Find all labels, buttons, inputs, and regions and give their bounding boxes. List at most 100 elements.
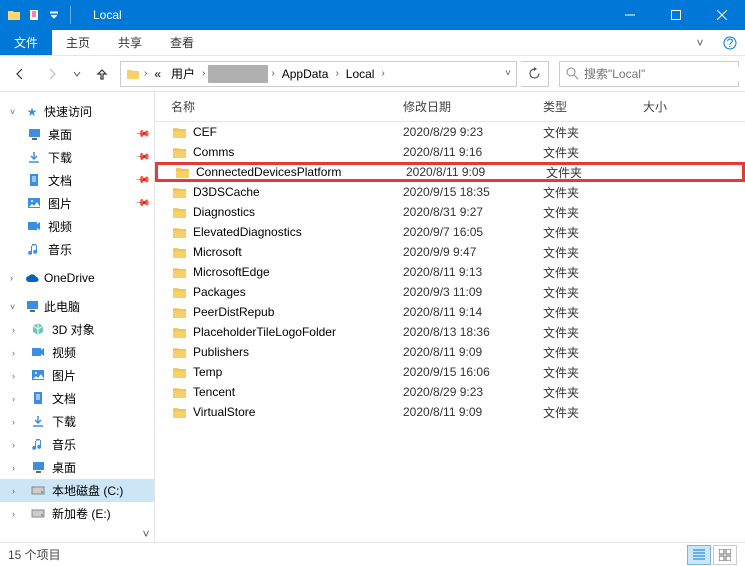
- file-date: 2020/9/15 16:06: [395, 365, 535, 379]
- sidebar-item[interactable]: ›本地磁盘 (C:): [0, 479, 154, 502]
- file-row[interactable]: ConnectedDevicesPlatform2020/8/11 9:09文件…: [155, 162, 745, 182]
- ribbon-expand-button[interactable]: ˅: [685, 30, 715, 55]
- chevron-right-icon[interactable]: ›: [270, 66, 275, 81]
- nav-recent-button[interactable]: [70, 60, 84, 88]
- expand-icon[interactable]: ›: [12, 394, 22, 404]
- file-name: PlaceholderTileLogoFolder: [193, 325, 336, 339]
- close-button[interactable]: [699, 0, 745, 30]
- sidebar-item[interactable]: ›桌面: [0, 456, 154, 479]
- ribbon: 文件 主页 共享 查看 ˅ ?: [0, 30, 745, 56]
- sidebar-item[interactable]: › 视频: [0, 341, 154, 364]
- crumb[interactable]: AppData: [278, 65, 333, 83]
- window-title: Local: [81, 8, 122, 22]
- sidebar-item[interactable]: 下载📌: [0, 146, 154, 169]
- sidebar-item[interactable]: ›下载: [0, 410, 154, 433]
- file-row[interactable]: Microsoft2020/9/9 9:47文件夹: [155, 242, 745, 262]
- expand-icon[interactable]: ›: [12, 325, 22, 335]
- file-type: 文件夹: [535, 204, 635, 221]
- file-date: 2020/8/29 9:23: [395, 385, 535, 399]
- tab-view[interactable]: 查看: [156, 30, 208, 55]
- sidebar-this-pc[interactable]: ˅ 此电脑: [0, 295, 154, 318]
- qat-properties-icon[interactable]: [26, 7, 42, 23]
- sidebar-item-label: 视频: [52, 344, 76, 361]
- sidebar-item[interactable]: 音乐: [0, 238, 154, 261]
- expand-icon[interactable]: ›: [12, 486, 22, 496]
- sidebar-quick-access[interactable]: ˅ ★ 快速访问: [0, 100, 154, 123]
- expand-icon[interactable]: ›: [12, 417, 22, 427]
- sidebar-item[interactable]: 图片📌: [0, 192, 154, 215]
- desktop-icon: [26, 127, 42, 143]
- sidebar-item[interactable]: 桌面📌: [0, 123, 154, 146]
- search-input[interactable]: [584, 67, 739, 81]
- sidebar-item[interactable]: ›文档: [0, 387, 154, 410]
- 3d-icon: [30, 322, 46, 338]
- minimize-button[interactable]: [607, 0, 653, 30]
- file-row[interactable]: VirtualStore2020/8/11 9:09文件夹: [155, 402, 745, 422]
- col-date[interactable]: 修改日期: [395, 92, 535, 121]
- pin-icon: 📌: [133, 126, 150, 143]
- disk-icon: [30, 506, 46, 522]
- file-row[interactable]: PlaceholderTileLogoFolder2020/8/13 18:36…: [155, 322, 745, 342]
- nav-back-button[interactable]: [6, 60, 34, 88]
- crumb[interactable]: 用户: [167, 63, 199, 84]
- file-row[interactable]: ElevatedDiagnostics2020/9/7 16:05文件夹: [155, 222, 745, 242]
- expand-icon[interactable]: ›: [10, 273, 20, 283]
- sidebar-item[interactable]: 文档📌: [0, 169, 154, 192]
- sidebar-onedrive[interactable]: › OneDrive: [0, 267, 154, 289]
- sidebar-item[interactable]: 视频: [0, 215, 154, 238]
- scroll-down-icon[interactable]: ˅: [138, 526, 154, 542]
- tab-home[interactable]: 主页: [52, 30, 104, 55]
- sidebar-item[interactable]: ›图片: [0, 364, 154, 387]
- maximize-button[interactable]: [653, 0, 699, 30]
- tab-file[interactable]: 文件: [0, 30, 52, 55]
- chevron-right-icon[interactable]: ›: [334, 66, 339, 81]
- file-row[interactable]: Packages2020/9/3 11:09文件夹: [155, 282, 745, 302]
- file-date: 2020/9/7 16:05: [395, 225, 535, 239]
- crumb[interactable]: Local: [342, 65, 379, 83]
- expand-icon[interactable]: ›: [12, 440, 22, 450]
- sidebar-item[interactable]: ›音乐: [0, 433, 154, 456]
- file-row[interactable]: Temp2020/9/15 16:06文件夹: [155, 362, 745, 382]
- file-row[interactable]: MicrosoftEdge2020/8/11 9:13文件夹: [155, 262, 745, 282]
- expand-icon[interactable]: ›: [12, 348, 22, 358]
- col-name[interactable]: 名称: [155, 92, 395, 121]
- chevron-right-icon[interactable]: ›: [143, 66, 148, 81]
- pic-icon: [30, 368, 46, 384]
- file-type: 文件夹: [535, 184, 635, 201]
- expand-icon[interactable]: ›: [12, 463, 22, 473]
- music-icon: [26, 242, 42, 258]
- col-size[interactable]: 大小: [635, 92, 705, 121]
- address-dropdown-button[interactable]: ˅: [504, 66, 512, 81]
- file-row[interactable]: PeerDistRepub2020/8/11 9:14文件夹: [155, 302, 745, 322]
- folder-icon: [171, 364, 187, 380]
- refresh-button[interactable]: [521, 61, 549, 87]
- ribbon-help-button[interactable]: ?: [715, 30, 745, 55]
- chevron-right-icon[interactable]: ›: [380, 66, 385, 81]
- search-box[interactable]: [559, 61, 739, 87]
- nav-up-button[interactable]: [88, 60, 116, 88]
- file-row[interactable]: D3DSCache2020/9/15 18:35文件夹: [155, 182, 745, 202]
- file-row[interactable]: Comms2020/8/11 9:16文件夹: [155, 142, 745, 162]
- file-row[interactable]: Publishers2020/8/11 9:09文件夹: [155, 342, 745, 362]
- sidebar-item[interactable]: ›3D 对象: [0, 318, 154, 341]
- chevron-right-icon[interactable]: ›: [201, 66, 206, 81]
- file-row[interactable]: Diagnostics2020/8/31 9:27文件夹: [155, 202, 745, 222]
- file-row[interactable]: Tencent2020/8/29 9:23文件夹: [155, 382, 745, 402]
- file-type: 文件夹: [535, 284, 635, 301]
- view-icons-button[interactable]: [713, 545, 737, 565]
- collapse-icon[interactable]: ˅: [10, 107, 20, 117]
- file-row[interactable]: CEF2020/8/29 9:23文件夹: [155, 122, 745, 142]
- address-bar[interactable]: › « 用户 › xxxx › AppData › Local › ˅: [120, 61, 517, 87]
- qat-dropdown-icon[interactable]: [46, 7, 62, 23]
- collapse-icon[interactable]: ˅: [10, 302, 20, 312]
- view-details-button[interactable]: [687, 545, 711, 565]
- expand-icon[interactable]: ›: [12, 371, 22, 381]
- tab-share[interactable]: 共享: [104, 30, 156, 55]
- crumb-obscured[interactable]: xxxx: [208, 65, 268, 83]
- file-type: 文件夹: [535, 124, 635, 141]
- sidebar-item[interactable]: ›新加卷 (E:): [0, 502, 154, 525]
- col-type[interactable]: 类型: [535, 92, 635, 121]
- expand-icon[interactable]: ›: [12, 509, 22, 519]
- star-icon: ★: [24, 104, 40, 120]
- crumb[interactable]: «: [150, 65, 165, 83]
